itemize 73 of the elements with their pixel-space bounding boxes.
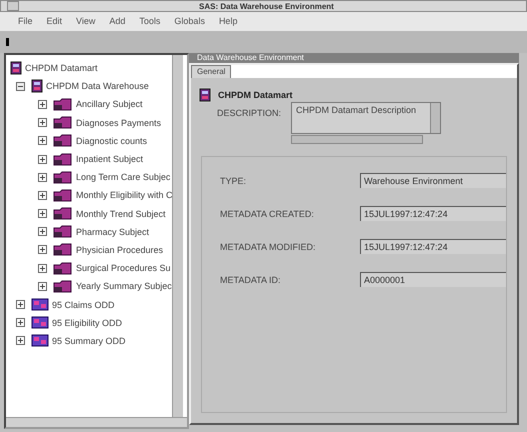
field-label: METADATA MODIFIED: bbox=[219, 242, 317, 252]
folder-icon bbox=[53, 280, 73, 293]
tree-item[interactable]: 95 Claims ODD bbox=[52, 300, 115, 310]
folder-icon bbox=[53, 152, 73, 166]
expand-toggle[interactable] bbox=[38, 245, 47, 254]
tree-item[interactable]: Diagnostic counts bbox=[76, 136, 148, 146]
input-field[interactable]: 15JUL1997:12:47:24 bbox=[360, 239, 506, 254]
tree-item[interactable]: Monthly Trend Subject bbox=[76, 208, 166, 219]
folder-icon bbox=[53, 170, 73, 184]
folder-icon bbox=[31, 298, 49, 312]
tree-item[interactable]: 95 Eligibility ODD bbox=[52, 318, 122, 328]
collapse-toggle[interactable] bbox=[16, 82, 25, 91]
menu-item[interactable]: Help bbox=[218, 16, 238, 27]
folder-icon bbox=[53, 116, 73, 130]
expand-toggle[interactable] bbox=[38, 282, 47, 291]
expand-toggle[interactable] bbox=[38, 172, 47, 182]
database-icon bbox=[10, 61, 22, 76]
folder-icon bbox=[53, 134, 73, 148]
menu-item[interactable]: Add bbox=[109, 16, 126, 27]
expand-toggle[interactable] bbox=[16, 300, 25, 310]
scrollbar[interactable] bbox=[172, 55, 183, 417]
menu-item[interactable]: View bbox=[76, 16, 96, 27]
menu-item[interactable]: Edit bbox=[46, 16, 62, 27]
expand-toggle[interactable] bbox=[38, 209, 47, 218]
scrollbar[interactable] bbox=[291, 135, 424, 144]
expand-toggle[interactable] bbox=[38, 190, 47, 200]
tree-item[interactable]: Surgical Procedures Su bbox=[76, 263, 171, 274]
folder-icon bbox=[53, 225, 73, 238]
folder-icon bbox=[53, 262, 73, 275]
description-field[interactable]: CHPDM Datamart Description bbox=[291, 102, 442, 134]
expand-toggle[interactable] bbox=[16, 318, 25, 328]
folder-icon bbox=[31, 316, 49, 330]
tree-item[interactable]: 95 Summary ODD bbox=[52, 336, 126, 346]
heading: CHPDM Datamart bbox=[218, 90, 293, 100]
folder-icon bbox=[53, 188, 73, 202]
input-field[interactable]: 15JUL1997:12:47:24 bbox=[360, 206, 506, 221]
field-label: METADATA CREATED: bbox=[219, 208, 315, 218]
tree-item[interactable]: Diagnoses Payments bbox=[76, 118, 162, 128]
menu-item[interactable]: Tools bbox=[139, 16, 160, 27]
expand-toggle[interactable] bbox=[38, 118, 47, 128]
database-icon bbox=[31, 79, 43, 94]
database-icon bbox=[199, 88, 211, 102]
tree-item[interactable]: Yearly Summary Subjec bbox=[76, 281, 172, 292]
menu-item[interactable]: Globals bbox=[174, 16, 205, 27]
scrollbar[interactable] bbox=[6, 417, 187, 427]
menu-item[interactable]: File bbox=[18, 16, 33, 27]
tree-item[interactable]: Ancillary Subject bbox=[76, 99, 143, 110]
tree-item[interactable]: CHPDM Datamart bbox=[25, 63, 98, 74]
tab[interactable]: General bbox=[191, 65, 232, 78]
input-field[interactable]: A0000001 bbox=[360, 272, 506, 287]
window-title: Data Warehouse Environment bbox=[189, 53, 519, 63]
tree-item[interactable]: Physician Procedures bbox=[76, 244, 164, 255]
folder-icon bbox=[53, 243, 73, 256]
folder-icon bbox=[53, 98, 73, 111]
tree-item[interactable]: Pharmacy Subject bbox=[76, 226, 150, 237]
input-field[interactable]: Warehouse Environment bbox=[360, 173, 506, 188]
tree-item[interactable]: Monthly Eligibility with C bbox=[76, 190, 172, 200]
expand-toggle[interactable] bbox=[16, 336, 25, 346]
tree-item[interactable]: Inpatient Subject bbox=[76, 154, 144, 164]
tree-item[interactable]: Long Term Care Subjec bbox=[76, 172, 170, 182]
tree-item[interactable]: CHPDM Data Warehouse bbox=[46, 81, 149, 92]
field-label: DESCRIPTION: bbox=[217, 108, 282, 120]
expand-toggle[interactable] bbox=[38, 100, 47, 109]
field-label: METADATA ID: bbox=[219, 274, 282, 284]
toolbar-handle bbox=[6, 38, 9, 46]
expand-toggle[interactable] bbox=[38, 154, 47, 164]
folder-icon bbox=[31, 334, 49, 348]
window-title: SAS: Data Warehouse Environment bbox=[199, 2, 334, 10]
expand-toggle[interactable] bbox=[38, 227, 47, 236]
expand-toggle[interactable] bbox=[38, 136, 47, 146]
field-label: TYPE: bbox=[219, 176, 248, 186]
expand-toggle[interactable] bbox=[38, 264, 47, 273]
folder-icon bbox=[53, 207, 73, 220]
